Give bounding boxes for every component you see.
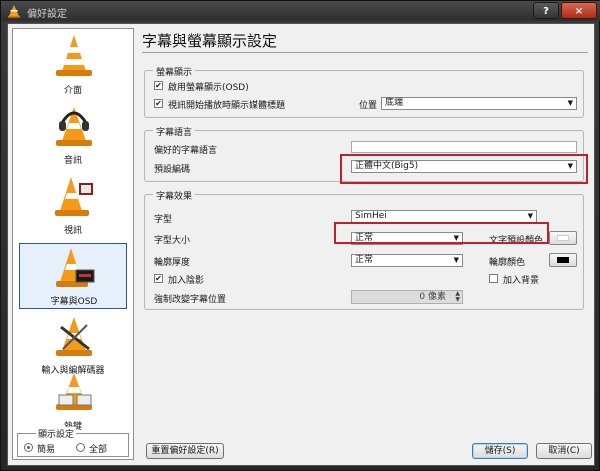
add-background-checkbox[interactable] (489, 274, 498, 283)
all-mode-label: 全部 (89, 445, 108, 455)
subtitle-effects-group: 字幕效果 字型 SimHei ▼ 字型大小 正常 ▼ 文字預設顏色 輪廓厚度 正… (144, 189, 584, 310)
osd-group-title: 螢幕顯示 (153, 65, 196, 78)
sidebar-item-label: 字幕與OSD (50, 297, 98, 307)
subtitle-cone-icon (56, 248, 95, 287)
help-button[interactable]: ? (533, 2, 559, 19)
enable-osd-label: 啟用螢幕顯示(OSD) (168, 83, 249, 93)
force-position-spinbox[interactable]: 0 像素 ▲ ▼ (351, 290, 463, 304)
font-label: 字型 (154, 215, 173, 225)
position-select[interactable]: 底端 ▼ (381, 97, 577, 110)
force-position-label: 強制改變字幕位置 (154, 295, 227, 305)
category-sidebar: 介面 音訊 視訊 字幕與OSD 輸入與編解碼器 顯示設定 簡易 全部 (12, 28, 134, 460)
outline-thickness-select[interactable]: 正常 ▼ (351, 254, 463, 267)
add-shadow-label: 加入陰影 (168, 276, 205, 286)
title-bar: 偏好設定 ? × (1, 1, 600, 21)
spin-arrows-icon: ▲ ▼ (455, 290, 460, 303)
save-button[interactable]: 儲存(S) (472, 443, 528, 459)
sidebar-item-interface[interactable]: 介面 (19, 33, 127, 99)
sidebar-item-subtitles-osd[interactable]: 字幕與OSD (19, 243, 127, 309)
all-mode-radio[interactable] (76, 443, 85, 452)
film-cone-icon (55, 177, 93, 216)
font-size-label: 字型大小 (154, 236, 191, 246)
window-title: 偏好設定 (27, 9, 67, 20)
vlc-cone-icon (56, 35, 92, 76)
title-divider (142, 52, 588, 53)
chevron-down-icon: ▼ (567, 99, 573, 107)
chevron-down-icon: ▼ (527, 212, 533, 220)
sidebar-item-audio[interactable]: 音訊 (19, 103, 127, 169)
keyboard-cone-icon (56, 373, 92, 410)
show-title-checkbox[interactable]: ✔ (154, 99, 163, 108)
sidebar-item-label: 視訊 (63, 226, 82, 236)
close-button[interactable]: × (561, 2, 597, 19)
simple-mode-radio[interactable] (24, 443, 33, 452)
outline-color-label: 輪廓顏色 (489, 258, 526, 268)
preferred-language-label: 偏好的字幕語言 (154, 146, 218, 156)
sidebar-item-label: 音訊 (63, 156, 82, 166)
preferred-language-input[interactable] (351, 141, 577, 153)
font-value: SimHei (355, 211, 387, 221)
sidebar-item-label: 介面 (63, 86, 82, 96)
show-title-label: 視訊開始播放時顯示媒體標題 (168, 101, 286, 111)
display-mode-title: 顯示設定 (36, 427, 77, 440)
outline-thickness-value: 正常 (355, 255, 374, 265)
position-value: 底端 (385, 98, 404, 108)
add-background-label: 加入背景 (503, 276, 540, 286)
preferences-window: 偏好設定 ? × 介面 音訊 視訊 字幕與OSD 輸入與編解碼器 顯示設定 簡易… (0, 0, 600, 471)
dialog-body: 介面 音訊 視訊 字幕與OSD 輸入與編解碼器 顯示設定 簡易 全部 字幕與螢幕… (7, 23, 595, 466)
encoding-highlight-box (340, 154, 588, 184)
chevron-down-icon: ▼ (453, 256, 459, 264)
force-position-value: 0 像素 (419, 292, 446, 302)
outline-thickness-label: 輪廓厚度 (154, 258, 191, 268)
reset-preferences-button[interactable]: 重置偏好設定(R) (146, 443, 224, 459)
sidebar-item-video[interactable]: 視訊 (19, 173, 127, 239)
sidebar-item-hotkeys[interactable]: 熱鍵 (19, 369, 127, 435)
enable-osd-checkbox[interactable]: ✔ (154, 81, 163, 90)
outline-color-button[interactable] (549, 253, 577, 267)
display-mode-group: 顯示設定 簡易 全部 (17, 427, 129, 457)
simple-mode-label: 簡易 (37, 445, 56, 455)
text-color-button[interactable] (549, 231, 577, 245)
page-title: 字幕與螢幕顯示設定 (142, 32, 278, 50)
headphones-cone-icon (56, 107, 92, 146)
subtitle-language-title: 字幕語言 (153, 125, 196, 138)
default-encoding-label: 預設編碼 (154, 165, 191, 175)
wrench-cone-icon (56, 317, 92, 356)
add-shadow-checkbox[interactable]: ✔ (154, 274, 163, 283)
osd-group: 螢幕顯示 ✔ 啟用螢幕顯示(OSD) ✔ 視訊開始播放時顯示媒體標題 位置 底端… (144, 65, 584, 118)
cancel-button[interactable]: 取消(C) (536, 443, 592, 459)
subtitle-effects-title: 字幕效果 (153, 189, 196, 202)
text-color-swatch (557, 235, 569, 241)
font-highlight-box (334, 222, 549, 244)
position-label: 位置 (359, 101, 378, 111)
outline-color-swatch (557, 257, 569, 263)
vlc-cone-icon (8, 5, 20, 18)
